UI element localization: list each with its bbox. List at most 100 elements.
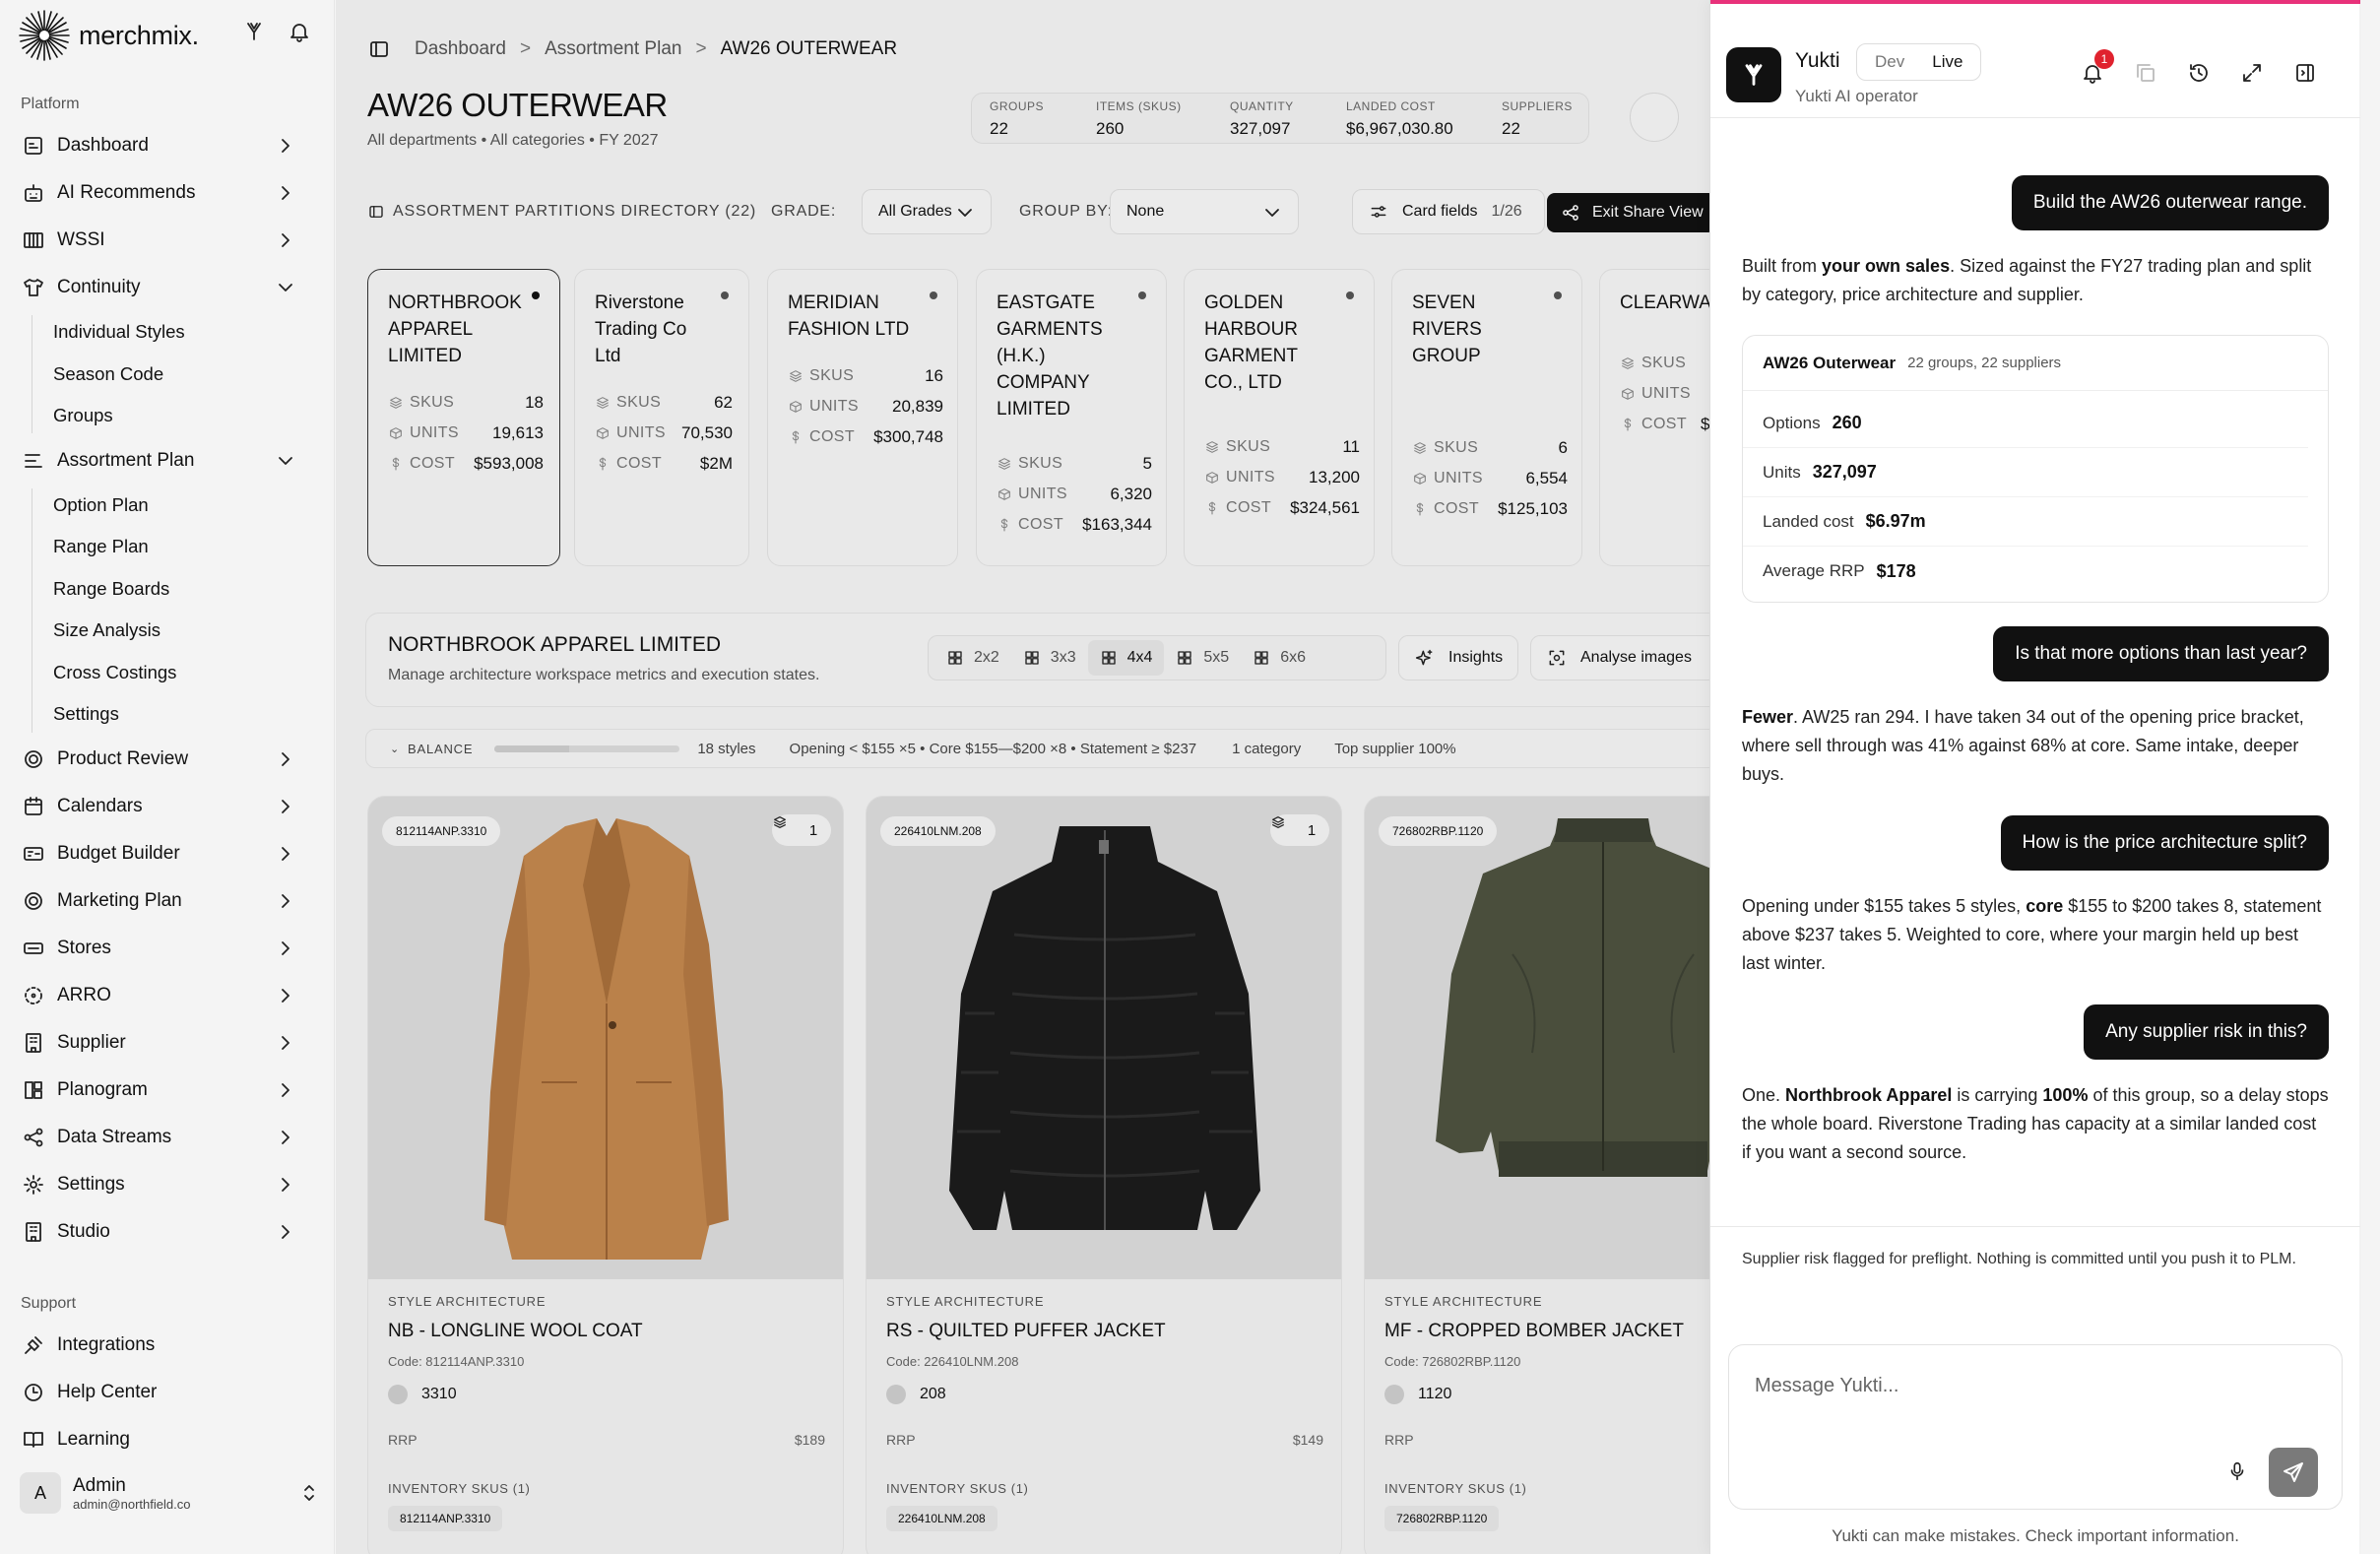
rrp-row: RRP $189 [388,1432,825,1448]
workspace-title: NORTHBROOK APPAREL LIMITED [388,633,722,656]
chevron-right-icon [274,1031,297,1055]
sidebar-item-supplier[interactable]: Supplier [0,1019,335,1067]
inventory-sku-tag[interactable]: 726802RBP.1120 [1384,1506,1500,1531]
yukti-icon[interactable] [242,20,266,43]
grid-2x2-button[interactable]: 2x2 [934,640,1011,676]
sidebar-sub-size-analysis[interactable]: Size Analysis [0,610,335,652]
breadcrumb-separator: > [695,38,707,59]
close-panel-icon[interactable] [2293,61,2317,85]
sidebar-item-ai-recommends[interactable]: AI Recommends [0,169,335,217]
product-card[interactable]: 812114ANP.3310 1 STYLE ARCHITECTURE NB -… [367,796,844,1554]
insights-label: Insights [1448,649,1504,666]
cost-label: COST [410,454,456,472]
box-icon [1620,386,1636,402]
sidebar-sub-groups[interactable]: Groups [0,395,335,437]
balance-toggle[interactable]: ⌄ BALANCE [390,742,473,756]
user-message: Build the AW26 outerwear range. [2011,175,2329,230]
account-switcher[interactable]: A Admin admin@northfield.co [20,1467,321,1519]
breadcrumb-assortment-plan[interactable]: Assortment Plan [545,38,681,60]
bell-icon[interactable] [288,20,311,43]
env-dev-tab[interactable]: Dev [1861,52,1918,72]
sidebar-item-stores[interactable]: Stores [0,925,335,972]
units-label: UNITS [1226,468,1275,486]
grid-6x6-button[interactable]: 6x6 [1241,640,1318,676]
breadcrumb-dashboard[interactable]: Dashboard [415,38,506,60]
sidebar-sub-option-plan[interactable]: Option Plan [0,485,335,527]
group-by-select[interactable]: None [1110,189,1299,234]
sidebar-item-label: Integrations [57,1334,156,1355]
message-input[interactable] [1755,1375,2306,1397]
analyse-images-button[interactable]: Analyse images [1530,635,1717,680]
exit-share-view-button[interactable]: Exit Share View [1547,193,1716,232]
sidebar-sub-individual-styles[interactable]: Individual Styles [0,311,335,354]
list-icon [22,449,45,473]
product-details: STYLE ARCHITECTURE NB - LONGLINE WOOL CO… [388,1294,825,1531]
supplier-card[interactable]: EASTGATE GARMENTS (H.K.) COMPANY LIMITED… [976,269,1167,566]
sidebar-item-dashboard[interactable]: Dashboard [0,122,335,169]
sidebar-item-help-center[interactable]: Help Center [0,1369,335,1416]
sidebar-sub-settings[interactable]: Settings [0,693,335,736]
inventory-sku-tag[interactable]: 812114ANP.3310 [388,1506,503,1531]
grid-4x4-button[interactable]: 4x4 [1087,640,1165,676]
product-card[interactable]: 226410LNM.208 1 STYLE ARCHITECTURE RS - … [866,796,1342,1554]
cost-value: $2M [699,453,733,473]
partitions-directory[interactable]: ASSORTMENT PARTITIONS DIRECTORY (22) [367,203,756,221]
sidebar-item-arro[interactable]: ARRO [0,972,335,1019]
insights-button[interactable]: Insights [1398,635,1518,680]
card-fields-button[interactable]: Card fields 1/26 [1352,189,1545,234]
expand-icon[interactable] [2240,61,2264,85]
sidebar-toggle-icon[interactable] [367,37,391,61]
notifications-button[interactable]: 1 [2081,49,2114,85]
sidebar-item-calendars[interactable]: Calendars [0,783,335,830]
supplier-skus: SKUS 16 [788,360,943,391]
sidebar-item-budget-builder[interactable]: Budget Builder [0,830,335,877]
variant-count-badge[interactable]: 1 [1270,814,1329,846]
sidebar-sub-season-code[interactable]: Season Code [0,354,335,396]
supplier-card[interactable]: Riverstone Trading Co Ltd SKUS 62 UNITS 70… [574,269,749,566]
variant-count: 1 [808,821,818,839]
grid-3x3-button[interactable]: 3x3 [1011,640,1088,676]
copy-icon[interactable] [2134,61,2157,85]
microphone-icon[interactable] [2225,1459,2249,1483]
supplier-card[interactable]: GOLDEN HARBOUR GARMENT CO., LTD SKUS 11 U… [1184,269,1375,566]
sidebar-item-integrations[interactable]: Integrations [0,1322,335,1369]
stat-value: 327,097 [1230,119,1291,138]
sidebar-item-data-streams[interactable]: Data Streams [0,1114,335,1161]
sidebar-sub-range-plan[interactable]: Range Plan [0,526,335,568]
breadcrumb: Dashboard > Assortment Plan > AW26 OUTER… [367,37,897,61]
sidebar-sub-cross-costings[interactable]: Cross Costings [0,652,335,694]
supplier-card[interactable]: NORTHBROOK APPAREL LIMITED SKUS 18 UNITS 1… [367,269,560,566]
sidebar-item-product-review[interactable]: Product Review [0,736,335,783]
assistant-message: Fewer. AW25 ran 294. I have taken 34 out… [1742,703,2329,789]
supplier-card[interactable]: MERIDIAN FASHION LTD SKUS 16 UNITS 20,839 … [767,269,958,566]
stat-value: $6,967,030.80 [1346,119,1453,138]
history-icon[interactable] [2187,61,2211,85]
grid-5x5-button[interactable]: 5x5 [1164,640,1241,676]
sidebar-item-studio[interactable]: Studio [0,1208,335,1256]
env-live-tab[interactable]: Live [1918,52,1976,72]
sidebar-item-assortment-plan[interactable]: Assortment Plan [0,437,335,485]
variant-count-badge[interactable]: 1 [772,814,831,846]
dollar-icon [595,456,611,472]
action-circle-button[interactable] [1630,93,1679,142]
assistant-message: One. Northbrook Apparel is carrying 100%… [1742,1081,2329,1167]
page-scrollbar[interactable] [2361,0,2380,1554]
dashboard-icon [22,134,45,158]
inventory-sku-tag[interactable]: 226410LNM.208 [886,1506,997,1531]
sidebar-item-continuity[interactable]: Continuity [0,264,335,311]
sidebar-item-learning[interactable]: Learning [0,1416,335,1463]
brand[interactable]: merchmix. [18,6,199,65]
sidebar-item-planogram[interactable]: Planogram [0,1067,335,1114]
sidebar-item-settings[interactable]: Settings [0,1161,335,1208]
grade-select[interactable]: All Grades [862,189,992,234]
sidebar-item-wssi[interactable]: WSSI [0,217,335,264]
sidebar-sub-range-boards[interactable]: Range Boards [0,568,335,611]
sidebar-item-label: Data Streams [57,1126,172,1147]
send-button[interactable] [2269,1448,2318,1497]
product-details: STYLE ARCHITECTURE RS - QUILTED PUFFER J… [886,1294,1323,1531]
grade-label: GRADE: [771,203,837,220]
sidebar-item-marketing-plan[interactable]: Marketing Plan [0,877,335,925]
sparkles-icon [1415,648,1435,668]
cost-label: COST [809,427,856,445]
supplier-card[interactable]: SEVEN RIVERS GROUP SKUS 6 UNITS 6,554 COST… [1391,269,1582,566]
